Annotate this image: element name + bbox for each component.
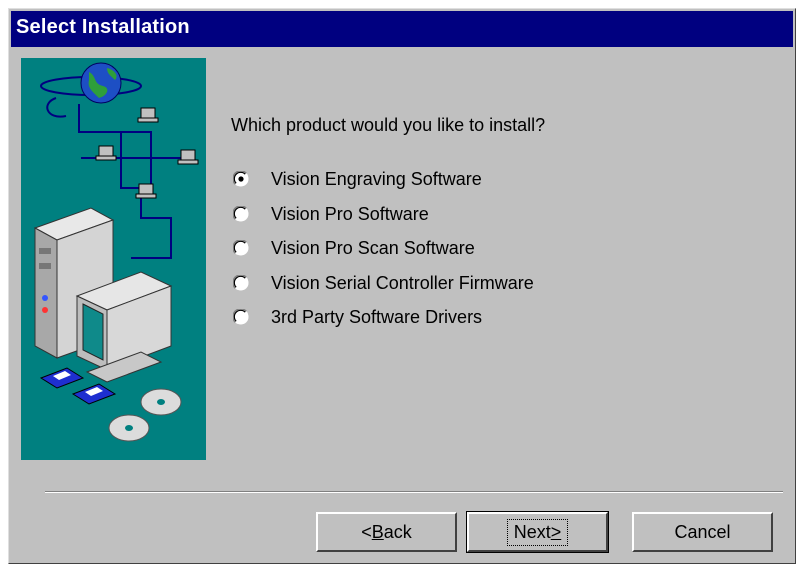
installer-dialog: Select Installation Which product would … [8,8,796,564]
radio-icon[interactable] [233,240,249,256]
next-button-suffix: > [550,521,562,542]
radio-icon[interactable] [233,206,249,222]
product-option-label: Vision Pro Software [271,203,429,224]
separator-line [45,491,783,493]
product-option[interactable]: Vision Engraving Software [233,166,482,192]
back-button-label: ack [383,521,412,542]
back-button-mnemonic: B [371,521,384,542]
product-option[interactable]: Vision Serial Controller Firmware [233,270,534,296]
radio-icon[interactable] [233,275,249,291]
product-option-label: Vision Engraving Software [271,168,482,189]
product-option[interactable]: Vision Pro Scan Software [233,235,475,261]
back-button-prefix: < [361,521,372,542]
next-button[interactable]: Next> [466,511,609,553]
next-button-label: Next [513,521,551,542]
product-option-label: Vision Serial Controller Firmware [271,272,534,293]
next-button-focus-rect: Next> [506,518,569,546]
window-title: Select Installation [16,16,190,38]
cancel-button[interactable]: Cancel [632,512,773,552]
network-computer-icons [95,107,199,199]
setup-illustration [21,58,206,460]
title-bar[interactable]: Select Installation [11,11,793,47]
radio-selected-icon[interactable] [233,171,249,187]
radio-icon[interactable] [233,309,249,325]
product-option[interactable]: Vision Pro Software [233,201,429,227]
product-option[interactable]: 3rd Party Software Drivers [233,304,482,330]
back-button[interactable]: < Back [316,512,457,552]
product-option-label: 3rd Party Software Drivers [271,306,483,327]
cancel-button-label: Cancel [674,521,731,542]
install-question: Which product would you like to install? [231,115,546,135]
product-option-label: Vision Pro Scan Software [271,237,475,258]
